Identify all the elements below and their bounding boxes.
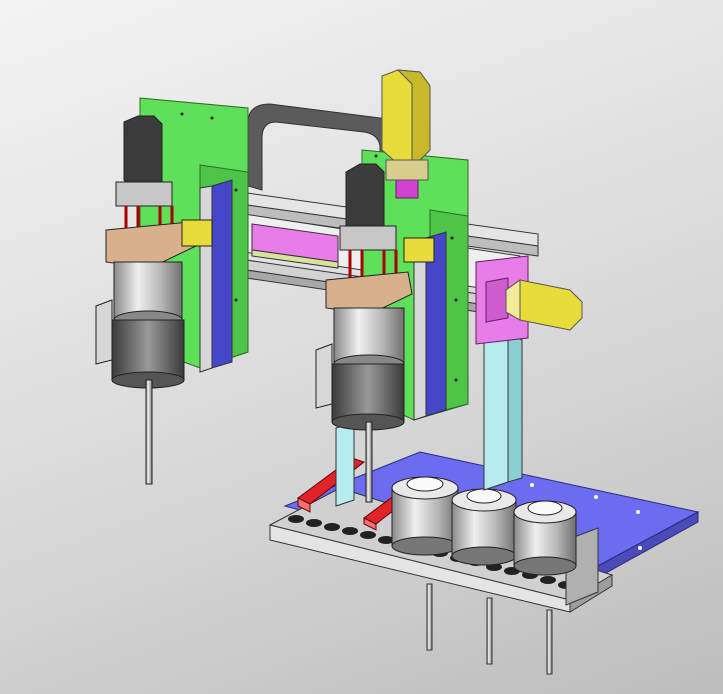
yellow-servo-motor-top <box>381 69 431 181</box>
cad-model-render <box>95 69 700 675</box>
cad-viewport[interactable] <box>0 0 723 694</box>
